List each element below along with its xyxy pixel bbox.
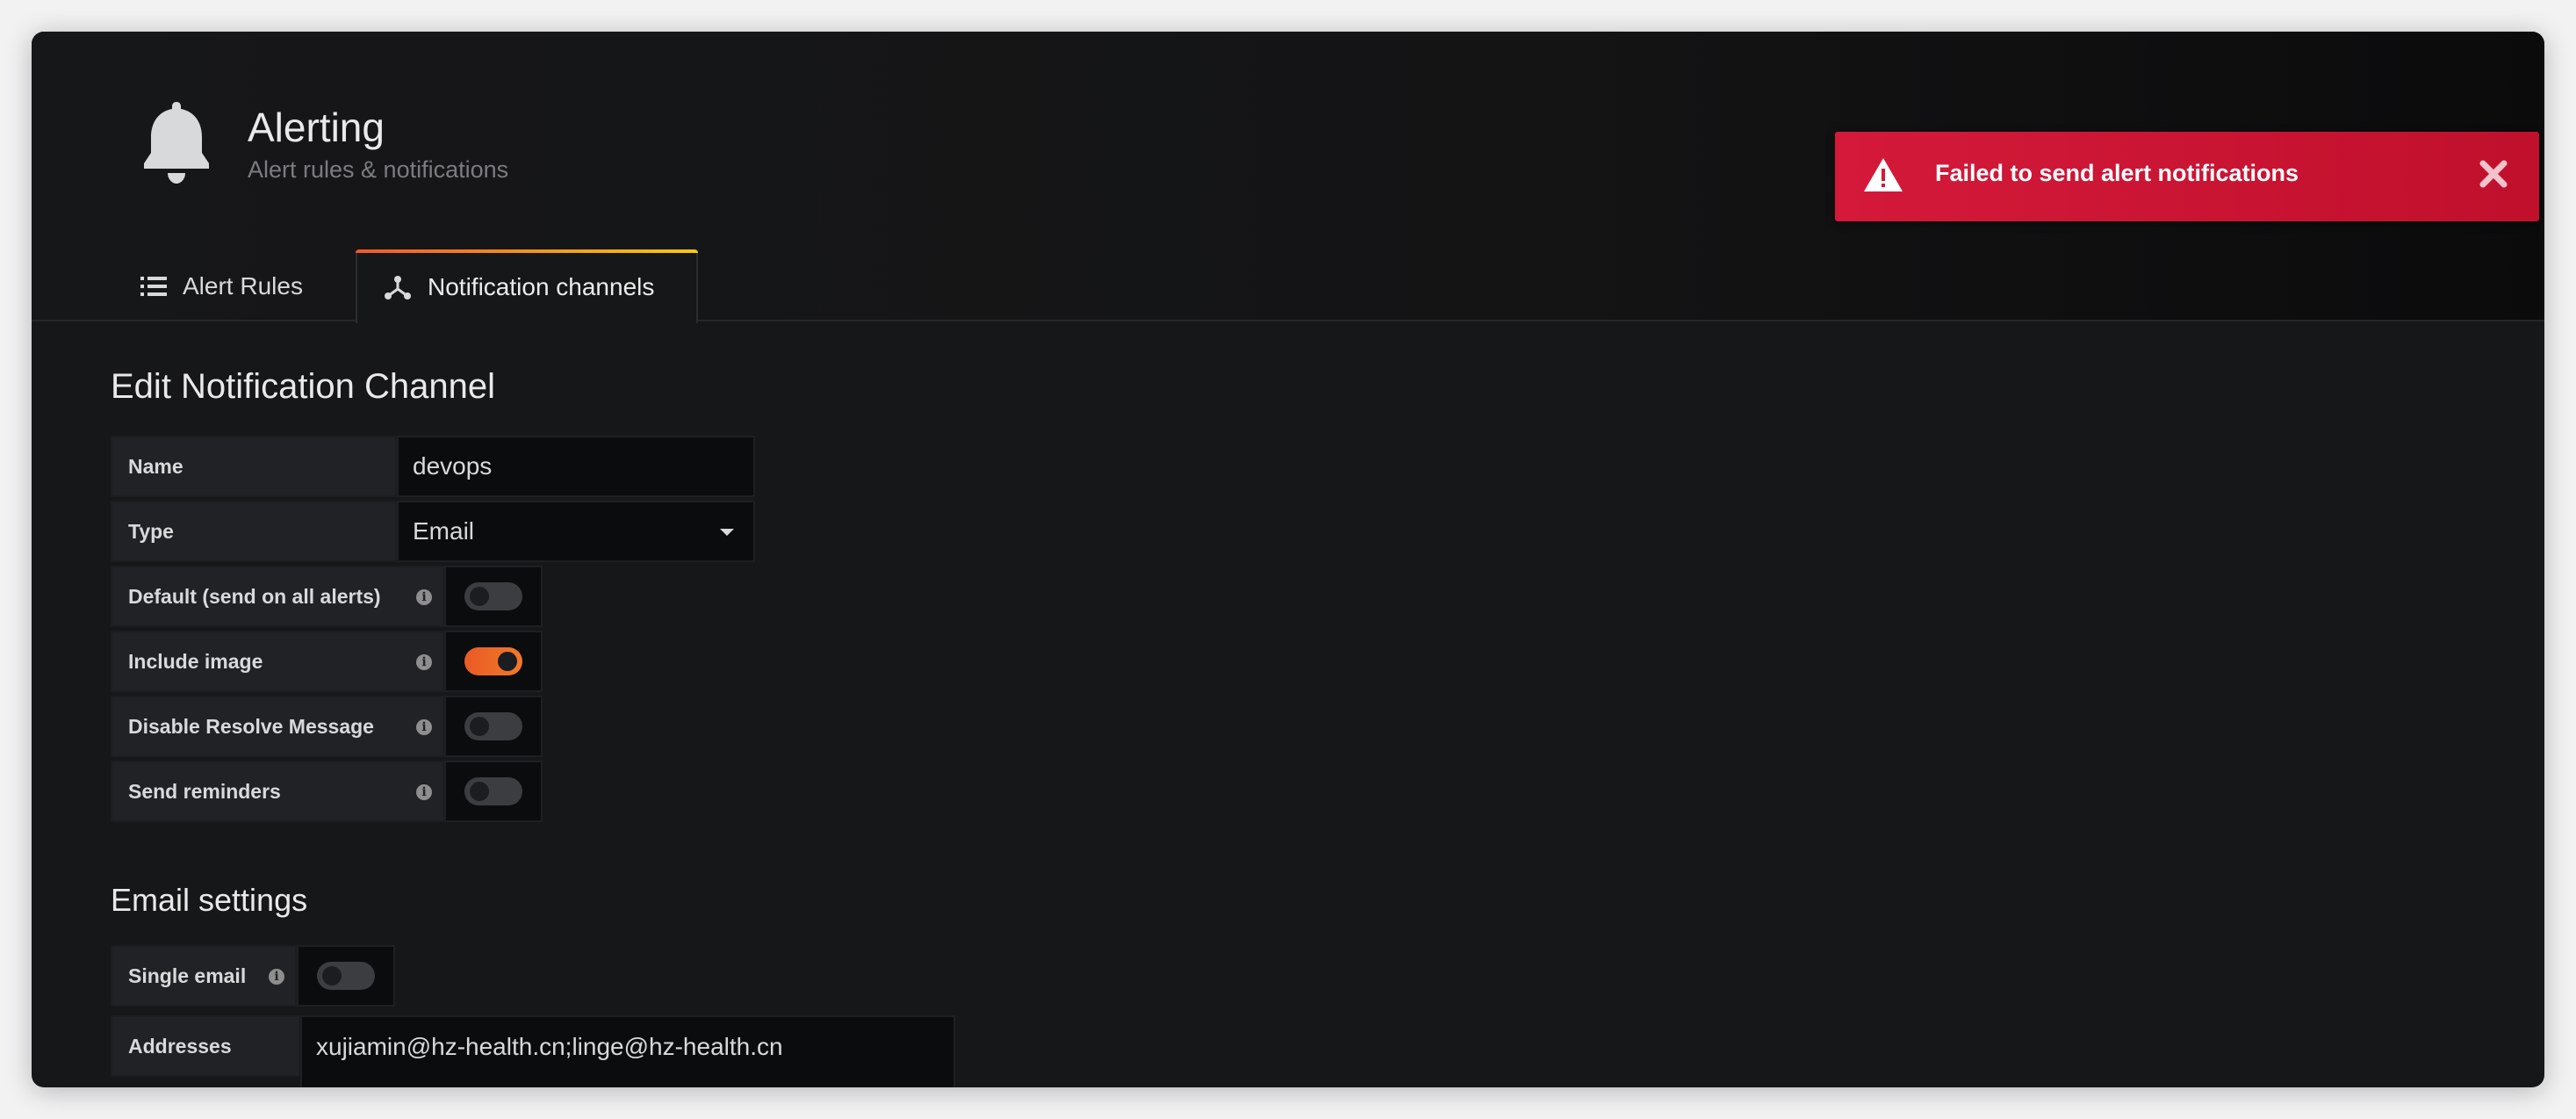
addresses-row: Addresses xujiamin@hz-health.cn;linge@hz… [111, 1015, 955, 1087]
type-select[interactable]: Email [397, 501, 755, 562]
name-input[interactable]: devops [397, 436, 755, 497]
disable-resolve-row: Disable Resolve Message i [111, 696, 543, 757]
list-icon [140, 277, 167, 296]
addresses-textarea[interactable]: xujiamin@hz-health.cn;linge@hz-health.cn [300, 1015, 955, 1087]
single-email-toggle[interactable] [317, 962, 375, 990]
caret-down-icon [720, 529, 734, 536]
warning-triangle-icon [1864, 158, 1903, 191]
email-settings-title: Email settings [111, 882, 308, 918]
type-row: Type Email [111, 501, 755, 562]
form-title: Edit Notification Channel [111, 367, 496, 406]
disable-resolve-toggle[interactable] [464, 712, 522, 740]
toggle-label: Include image [128, 649, 263, 673]
include-image-toggle[interactable] [464, 647, 522, 675]
name-row: Name devops [111, 436, 755, 497]
info-icon[interactable]: i [416, 654, 432, 670]
error-toast: Failed to send alert notifications [1835, 132, 2539, 221]
send-reminders-toggle[interactable] [464, 777, 522, 805]
single-email-row: Single email i [111, 945, 395, 1007]
type-label: Type [111, 501, 397, 562]
page-title: Alerting [248, 105, 385, 150]
close-icon[interactable] [2478, 158, 2509, 190]
info-icon[interactable]: i [269, 969, 284, 985]
toggle-label: Default (send on all alerts) [128, 584, 381, 608]
include-image-row: Include image i [111, 631, 543, 692]
toast-message: Failed to send alert notifications [1935, 160, 2299, 186]
type-select-value: Email [413, 517, 475, 545]
page-header: Alerting Alert rules & notifications Ale… [32, 32, 2544, 323]
info-icon[interactable]: i [416, 589, 432, 605]
app-window: Alerting Alert rules & notifications Ale… [32, 32, 2544, 1087]
tab-label: Alert Rules [183, 272, 303, 300]
default-toggle-row: Default (send on all alerts) i [111, 566, 543, 627]
page-subtitle: Alert rules & notifications [248, 156, 509, 183]
tab-alert-rules[interactable]: Alert Rules [140, 249, 303, 323]
addresses-label: Addresses [111, 1015, 300, 1077]
toggle-label: Send reminders [128, 779, 281, 803]
bell-icon [144, 102, 209, 184]
share-nodes-icon [385, 276, 411, 300]
info-icon[interactable]: i [416, 719, 432, 735]
info-icon[interactable]: i [416, 784, 432, 800]
default-toggle[interactable] [464, 582, 522, 610]
name-label: Name [111, 436, 397, 497]
tab-label: Notification channels [428, 273, 655, 300]
toggle-label: Disable Resolve Message [128, 714, 374, 738]
send-reminders-row: Send reminders i [111, 761, 543, 822]
tab-notification-channels[interactable]: Notification channels [356, 249, 698, 323]
toggle-label: Single email [128, 964, 247, 987]
